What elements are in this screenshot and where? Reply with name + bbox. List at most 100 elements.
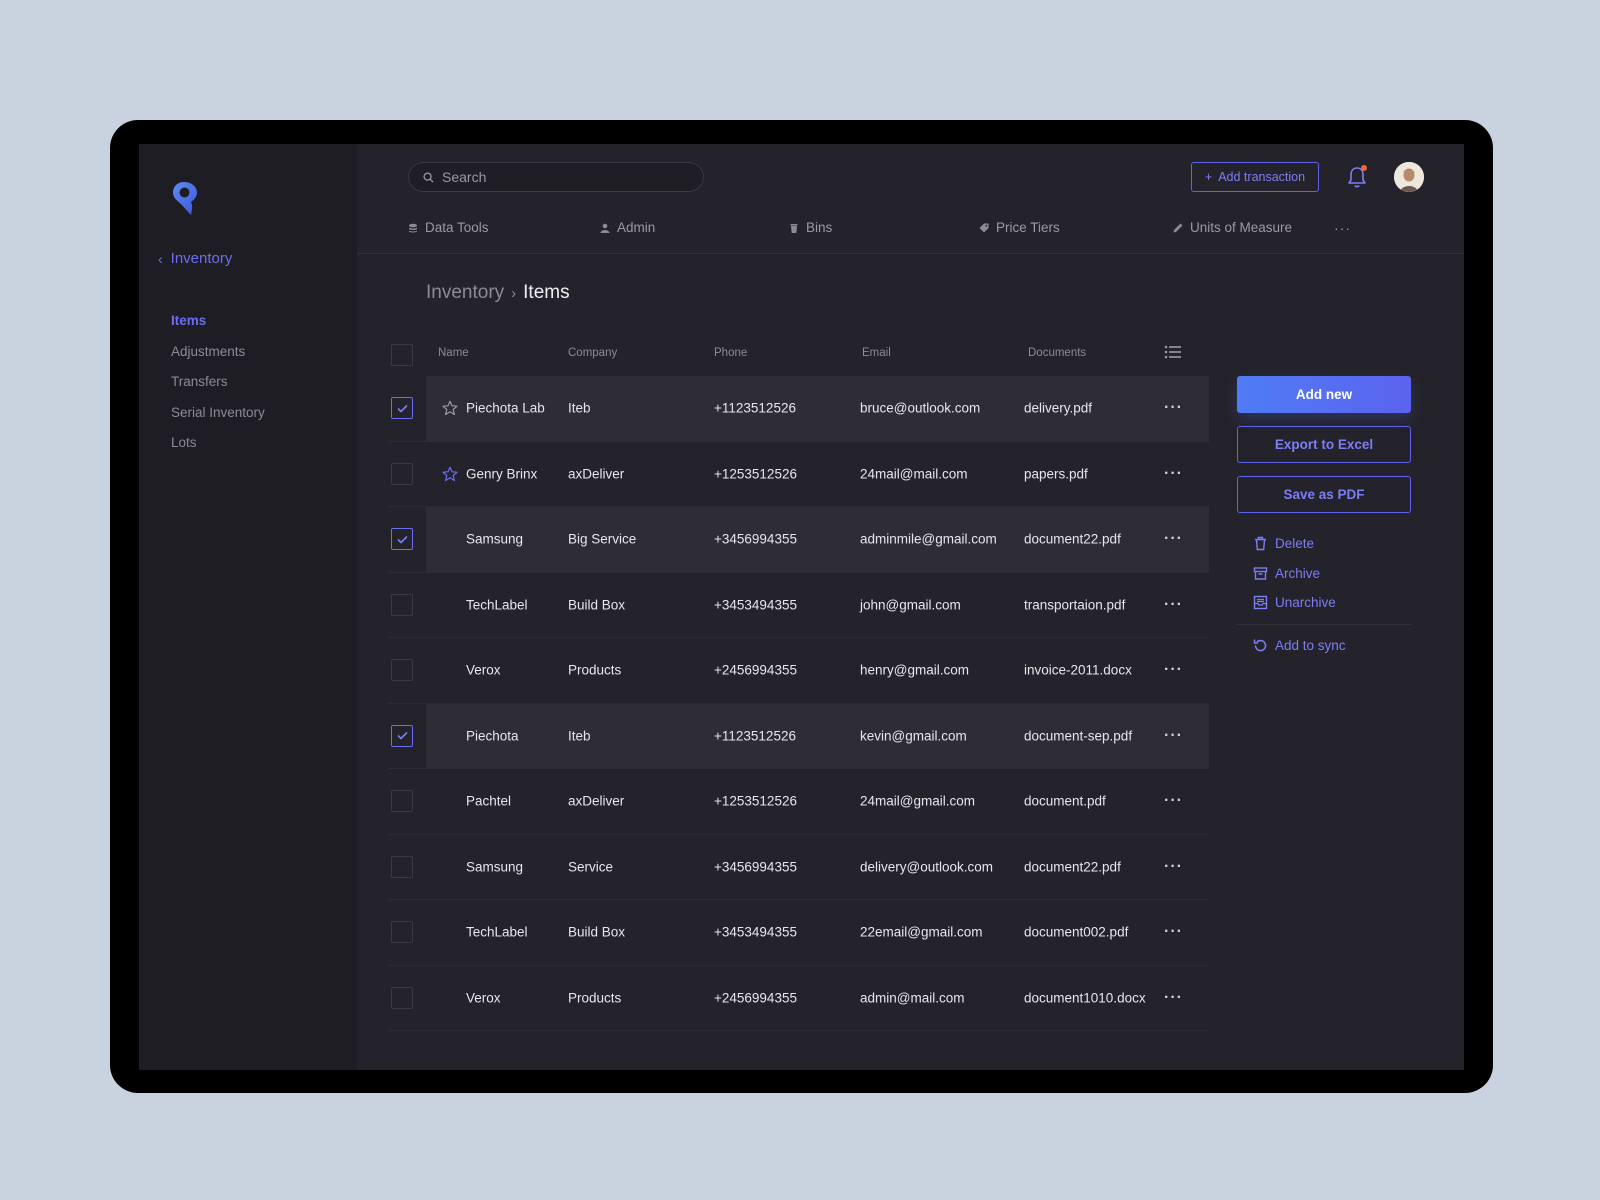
items-table: Name Company Phone Email Documents Piech…	[388, 334, 1209, 1031]
table-row[interactable]: TechLabel Build Box +3453494355 john@gmail.…	[388, 573, 1209, 638]
star-icon[interactable]	[442, 466, 458, 482]
unarchive-action[interactable]: Unarchive	[1253, 588, 1411, 618]
select-all-checkbox[interactable]	[391, 344, 413, 366]
row-checkbox[interactable]	[391, 921, 413, 944]
tab-price-tiers[interactable]: Price Tiers	[979, 220, 1060, 235]
cell-company: Iteb	[568, 728, 591, 744]
row-menu-button[interactable]: ···	[1164, 662, 1183, 678]
table-row[interactable]: Verox Products +2456994355 admin@mail.com do…	[388, 966, 1209, 1031]
tab-admin[interactable]: Admin	[600, 220, 655, 235]
avatar[interactable]	[1394, 162, 1424, 192]
row-checkbox[interactable]	[391, 593, 413, 616]
row-menu-button[interactable]: ···	[1164, 989, 1183, 1005]
breadcrumb-inventory[interactable]: Inventory	[426, 282, 504, 304]
save-pdf-button[interactable]: Save as PDF	[1237, 476, 1411, 513]
search-input[interactable]	[442, 169, 682, 185]
cell-email: 22email@gmail.com	[860, 924, 983, 940]
cell-email: adminmile@gmail.com	[860, 531, 997, 547]
pencil-icon	[1173, 223, 1183, 232]
main-content: + Add transaction Data Tools	[357, 144, 1464, 1070]
row-checkbox[interactable]	[391, 724, 413, 747]
row-checkbox[interactable]	[391, 397, 413, 420]
tab-label: Data Tools	[425, 220, 489, 235]
sidebar-item-transfers[interactable]: Transfers	[171, 367, 265, 398]
table-row[interactable]: Pachtel axDeliver +1253512526 24mail@gmail.…	[388, 769, 1209, 835]
cell-email: 24mail@gmail.com	[860, 793, 975, 809]
tab-units-of-measure[interactable]: Units of Measure	[1173, 220, 1292, 235]
row-checkbox[interactable]	[391, 986, 413, 1009]
avatar-image	[1394, 162, 1424, 192]
column-header-email[interactable]: Email	[862, 347, 891, 359]
row-checkbox[interactable]	[391, 528, 413, 551]
notifications-button[interactable]	[1346, 165, 1368, 189]
column-header-phone[interactable]: Phone	[714, 347, 747, 359]
add-transaction-button[interactable]: + Add transaction	[1191, 162, 1319, 192]
sidebar-item-lots[interactable]: Lots	[171, 428, 265, 459]
table-row[interactable]: Samsung Service +3456994355 delivery@outloo…	[388, 835, 1209, 900]
cell-phone: +2456994355	[714, 990, 797, 1006]
row-menu-button[interactable]: ···	[1164, 596, 1183, 612]
cell-email: henry@gmail.com	[860, 662, 969, 678]
cell-phone: +1123512526	[714, 728, 796, 744]
checkmark-icon	[396, 732, 408, 740]
bulk-actions: Delete Archive Unarchive	[1237, 529, 1411, 618]
sidebar-item-adjustments[interactable]: Adjustments	[171, 337, 265, 368]
row-menu-button[interactable]: ···	[1164, 924, 1183, 940]
cell-email: bruce@outlook.com	[860, 400, 981, 416]
add-new-button[interactable]: Add new	[1237, 376, 1411, 413]
cell-phone: +3453494355	[714, 924, 797, 940]
row-checkbox[interactable]	[391, 659, 413, 682]
column-settings-icon[interactable]	[1164, 344, 1182, 360]
unarchive-label: Unarchive	[1275, 595, 1336, 611]
sidebar-item-serial-inventory[interactable]: Serial Inventory	[171, 398, 265, 429]
column-header-company[interactable]: Company	[568, 347, 617, 359]
row-checkbox[interactable]	[391, 462, 413, 485]
cell-name: Piechota Lab	[466, 400, 545, 416]
row-checkbox[interactable]	[391, 790, 413, 813]
breadcrumb-separator: ›	[511, 284, 517, 302]
table-row[interactable]: Piechota Lab Iteb +1123512526 bruce@outlook…	[388, 376, 1209, 442]
sidebar-item-items[interactable]: Items	[171, 306, 265, 337]
cell-name: Verox	[466, 990, 501, 1006]
export-excel-button[interactable]: Export to Excel	[1237, 426, 1411, 463]
row-menu-button[interactable]: ···	[1164, 400, 1183, 416]
table-row[interactable]: Genry Brinx axDeliver +1253512526 24mail@ma…	[388, 442, 1209, 507]
row-menu-button[interactable]: ···	[1164, 727, 1183, 743]
table-body: Piechota Lab Iteb +1123512526 bruce@outlook…	[388, 376, 1209, 1031]
cell-email: kevin@gmail.com	[860, 728, 967, 744]
table-row[interactable]: Piechota Iteb +1123512526 kevin@gmail.com do…	[388, 703, 1209, 769]
row-menu-button[interactable]: ···	[1164, 531, 1183, 547]
cell-phone: +3456994355	[714, 859, 797, 875]
plus-icon: +	[1204, 170, 1213, 184]
cell-name: Verox	[466, 662, 501, 678]
row-menu-button[interactable]: ···	[1164, 465, 1183, 481]
add-to-sync-action[interactable]: Add to sync	[1237, 631, 1411, 661]
notification-dot	[1361, 165, 1367, 171]
table-row[interactable]: Verox Products +2456994355 henry@gmail.com i…	[388, 638, 1209, 704]
sync-icon	[1253, 639, 1267, 652]
actions-divider	[1237, 623, 1411, 625]
star-icon[interactable]	[442, 400, 458, 416]
archive-action[interactable]: Archive	[1253, 559, 1411, 589]
cell-document: document1010.docx	[1024, 990, 1146, 1006]
cell-email: admin@mail.com	[860, 990, 965, 1006]
tab-bins[interactable]: Bins	[789, 220, 832, 235]
delete-action[interactable]: Delete	[1253, 529, 1411, 559]
row-menu-button[interactable]: ···	[1164, 793, 1183, 809]
search-box	[408, 162, 704, 192]
sidebar-back-inventory[interactable]: ‹ Inventory	[158, 250, 232, 267]
row-menu-button[interactable]: ···	[1164, 858, 1183, 874]
actions-panel: Add new Export to Excel Save as PDF Dele…	[1237, 376, 1411, 660]
row-checkbox[interactable]	[391, 855, 413, 878]
cell-document: document002.pdf	[1024, 924, 1129, 940]
search-icon	[423, 171, 434, 183]
column-header-name[interactable]: Name	[438, 347, 469, 359]
more-tabs-button[interactable]: ···	[1334, 220, 1351, 236]
app-window: ‹ Inventory Items Adjustments Transfers …	[139, 144, 1464, 1070]
tab-data-tools[interactable]: Data Tools	[408, 220, 489, 235]
table-row[interactable]: Samsung Big Service +3456994355 adminmile@g…	[388, 507, 1209, 573]
cell-document: papers.pdf	[1024, 466, 1088, 482]
cell-document: transportaion.pdf	[1024, 597, 1126, 613]
table-row[interactable]: TechLabel Build Box +3453494355 22email@gma…	[388, 900, 1209, 966]
column-header-documents[interactable]: Documents	[1028, 347, 1086, 359]
